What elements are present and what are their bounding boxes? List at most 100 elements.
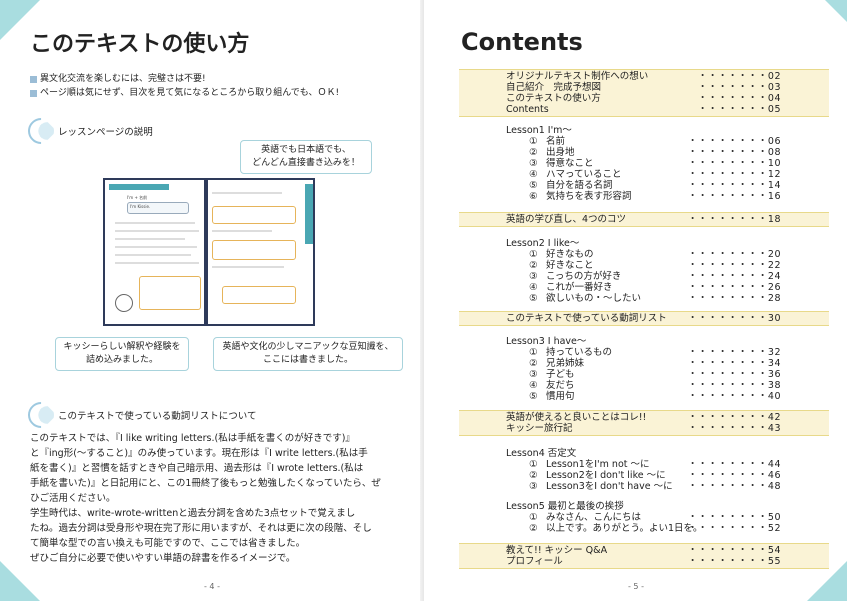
page-number: - 4 -: [204, 582, 220, 591]
verb-list-body: このテキストでは、『I like writing letters.(私は手紙を書…: [30, 431, 402, 566]
toc-entry[interactable]: ③ こっちの方が好き ・・・・・・・・24: [459, 271, 829, 282]
body-line: と『ing形(～すること)』のみ使っています。現在形は『I write lett…: [30, 448, 368, 459]
toc-entry-title: 自分を語る名詞: [546, 180, 613, 191]
toc-entry-page: ・・・・・・・・16: [687, 191, 781, 202]
toc-entry-title: Lesson5 最初と最後の挨拶: [506, 501, 624, 512]
body-line: 学生時代は、write-wrote-writtenと過去分詞を含めた3点セットで…: [30, 508, 356, 519]
toc-entry[interactable]: ② 好きなこと ・・・・・・・・22: [459, 260, 829, 271]
toc-entry-number: ①: [529, 347, 538, 358]
toc-entry[interactable]: ④ 友だち ・・・・・・・・38: [459, 380, 829, 391]
toc-entry[interactable]: ① 持っているもの ・・・・・・・・32: [459, 347, 829, 358]
toc-entry[interactable]: 英語の学び直し、4つのコツ ・・・・・・・・18: [459, 214, 829, 225]
bullet-text: 異文化交流を楽しむには、完璧さは不要!: [40, 74, 206, 84]
toc-entry-title: 教えて!! キッシー Q&A: [506, 545, 608, 556]
toc-entry-number: ③: [529, 481, 538, 492]
toc-entry[interactable]: Lesson5 最初と最後の挨拶: [459, 501, 829, 512]
toc-entry[interactable]: このテキストで使っている動詞リスト ・・・・・・・・30: [459, 313, 829, 324]
sample-line: [115, 230, 199, 232]
sample-right-page: [208, 184, 298, 320]
corner-decoration: [825, 0, 847, 22]
bullet-item: ページ順は気にせず、目次を見て気になるところから取り組んでも、ＯＫ!: [30, 86, 339, 100]
square-bullet-icon: [30, 89, 37, 97]
toc-block: Lesson5 最初と最後の挨拶 ① みなさん、こんにちは ・・・・・・・・50 ② 以上…: [459, 500, 829, 535]
toc-entry[interactable]: ⑤ 欲しいもの・～したい ・・・・・・・・28: [459, 293, 829, 304]
page-title: このテキストの使い方: [30, 32, 250, 57]
toc-entry[interactable]: Lesson3 I have～: [459, 336, 829, 347]
sample-header-bar: [109, 184, 169, 190]
toc-entry[interactable]: ③ Lesson3をI don't have ～に ・・・・・・・・48: [459, 481, 829, 492]
toc-entry-title: 得意なこと: [546, 158, 594, 169]
contents-title: Contents: [461, 28, 583, 56]
toc-entry[interactable]: ① Lesson1をI'm not ～に ・・・・・・・・44: [459, 459, 829, 470]
toc-entry[interactable]: ⑥ 気持ちを表す形容詞 ・・・・・・・・16: [459, 191, 829, 202]
toc-entry-title: 出身地: [546, 147, 575, 158]
toc-entry-title: 英語が使えると良いことはコレ!!: [506, 412, 647, 423]
toc-entry[interactable]: ② 兄弟姉妹 ・・・・・・・・34: [459, 358, 829, 369]
toc-entry[interactable]: ② 以上です。ありがとう。よい1日を。 ・・・・・・・・52: [459, 523, 829, 534]
toc-entry-number: ①: [529, 136, 538, 147]
bullet-text: ページ順は気にせず、目次を見て気になるところから取り組んでも、ＯＫ!: [40, 88, 340, 98]
toc-entry[interactable]: オリジナルテキスト制作への想い ・・・・・・・02: [459, 71, 829, 82]
toc-entry-number: ③: [529, 158, 538, 169]
toc-entry-title: Contents: [506, 104, 549, 115]
toc-entry[interactable]: ⑤ 自分を語る名詞 ・・・・・・・・14: [459, 180, 829, 191]
toc-entry[interactable]: ① みなさん、こんにちは ・・・・・・・・50: [459, 512, 829, 523]
body-line: ひご活用ください。: [30, 493, 116, 504]
callout-line: 英語でも日本語でも、: [261, 145, 351, 155]
toc-entry[interactable]: Contents ・・・・・・・05: [459, 104, 829, 115]
toc-entry[interactable]: キッシー旅行記 ・・・・・・・・43: [459, 423, 829, 434]
sample-line: [212, 230, 272, 232]
toc-entry[interactable]: ④ これが一番好き ・・・・・・・・26: [459, 282, 829, 293]
section-heading-verb-list: このテキストで使っている動詞リストについて: [22, 396, 256, 434]
toc-block: このテキストで使っている動詞リスト ・・・・・・・・30: [459, 311, 829, 326]
toc-entry[interactable]: 英語が使えると良いことはコレ!! ・・・・・・・・42: [459, 412, 829, 423]
page-number: - 5 -: [628, 582, 644, 591]
sample-note-box: [139, 276, 201, 310]
toc-entry[interactable]: ② 出身地 ・・・・・・・・08: [459, 147, 829, 158]
toc-block: 教えて!! キッシー Q&A ・・・・・・・・54 プロフィール ・・・・・・・・55: [459, 543, 829, 569]
toc-entry-title: 名前: [546, 136, 566, 147]
left-page: このテキストの使い方 異文化交流を楽しむには、完璧さは不要! ページ順は気にせず…: [0, 0, 424, 601]
toc-entry[interactable]: ③ 得意なこと ・・・・・・・・10: [459, 158, 829, 169]
toc-entry-number: ①: [529, 512, 538, 523]
toc-entry-title: 好きなこと: [546, 260, 594, 271]
toc-entry-page: ・・・・・・・・50: [687, 512, 781, 523]
toc-entry[interactable]: ④ ハマっていること ・・・・・・・・12: [459, 169, 829, 180]
toc-entry[interactable]: Lesson2 I like～: [459, 238, 829, 249]
toc-entry[interactable]: ⑤ 慣用句 ・・・・・・・・40: [459, 391, 829, 402]
section-heading-text: レッスンページの説明: [58, 127, 153, 138]
toc-entry-page: ・・・・・・・04: [697, 93, 781, 104]
callout-line: キッシーらしい解釈や経験を: [63, 342, 181, 352]
toc-entry-page: ・・・・・・・・22: [687, 260, 781, 271]
toc-entry-page: ・・・・・・・05: [697, 104, 781, 115]
callout-write-in: 英語でも日本語でも、 どんどん直接書き込みを！: [240, 140, 372, 174]
toc-entry-page: ・・・・・・・・28: [687, 293, 781, 304]
sample-line: [115, 246, 197, 248]
toc-entry[interactable]: 教えて!! キッシー Q&A ・・・・・・・・54: [459, 545, 829, 556]
toc-block: Lesson4 否定文 ① Lesson1をI'm not ～に ・・・・・・・・44…: [459, 447, 829, 493]
lesson-page-sample: I'm + 名前 I'm Kissie.: [103, 178, 315, 326]
toc-entry-page: ・・・・・・・・34: [687, 358, 781, 369]
toc-entry-page: ・・・・・・・・30: [687, 313, 781, 324]
bullet-item: 異文化交流を楽しむには、完璧さは不要!: [30, 72, 339, 86]
toc-entry-number: ③: [529, 369, 538, 380]
toc-entry-page: ・・・・・・・・52: [687, 523, 781, 534]
toc-entry[interactable]: プロフィール ・・・・・・・・55: [459, 556, 829, 567]
toc-entry[interactable]: Lesson1 I'm～: [459, 125, 829, 136]
toc-entry-number: ②: [529, 523, 538, 534]
toc-entry-page: ・・・・・・・・42: [687, 412, 781, 423]
toc-entry-title: 英語の学び直し、4つのコツ: [506, 214, 627, 225]
toc-entry-page: ・・・・・・・・32: [687, 347, 781, 358]
toc-entry[interactable]: ① 名前 ・・・・・・・・06: [459, 136, 829, 147]
callout-line: どんどん直接書き込みを！: [252, 158, 360, 168]
toc-entry[interactable]: このテキストの使い方 ・・・・・・・04: [459, 93, 829, 104]
toc-entry-title: このテキストで使っている動詞リスト: [506, 313, 667, 324]
toc-entry-page: ・・・・・・・・54: [687, 545, 781, 556]
sample-line: [115, 238, 185, 240]
toc-entry[interactable]: ② Lesson2をI don't like ～に ・・・・・・・・46: [459, 470, 829, 481]
toc-entry[interactable]: Lesson4 否定文: [459, 448, 829, 459]
toc-entry-title: Lesson4 否定文: [506, 448, 577, 459]
toc-entry[interactable]: ① 好きなもの ・・・・・・・・20: [459, 249, 829, 260]
toc-entry[interactable]: 自己紹介 完成予想図 ・・・・・・・03: [459, 82, 829, 93]
toc-entry[interactable]: ③ 子ども ・・・・・・・・36: [459, 369, 829, 380]
